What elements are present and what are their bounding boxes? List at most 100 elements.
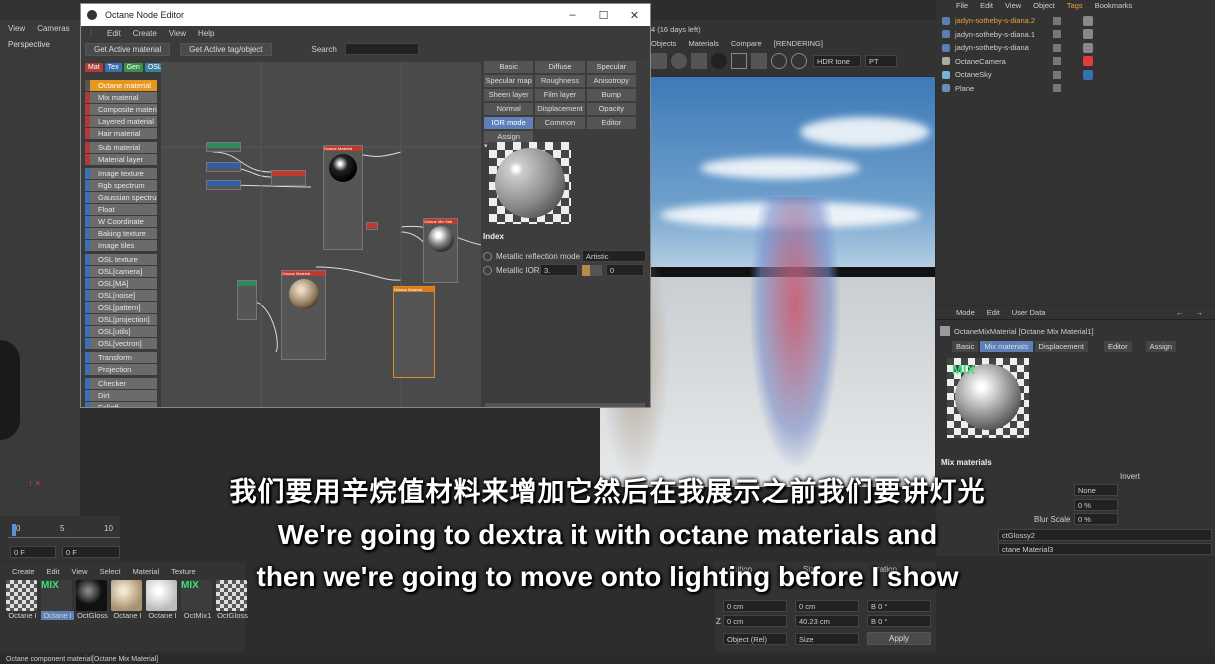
prop-tab[interactable]: Bump: [586, 89, 636, 101]
material-icon[interactable]: [791, 53, 807, 69]
node-list-item[interactable]: OSL[pattern]: [85, 302, 157, 313]
node-graph-canvas[interactable]: Octane Material Octane Mix Mat Octane Ma…: [161, 62, 481, 407]
menu-cameras[interactable]: Cameras: [37, 24, 69, 33]
prop-tab[interactable]: Roughness: [535, 75, 585, 87]
visibility-icon[interactable]: [1053, 70, 1061, 79]
tag-gen[interactable]: Gen: [123, 62, 143, 72]
size-field-1[interactable]: 0 cm: [795, 600, 859, 612]
node-octane-material-3[interactable]: Octane Material: [393, 286, 435, 378]
render-icon[interactable]: [651, 53, 667, 69]
attr-tab[interactable]: Assign: [1145, 341, 1177, 352]
menu-create[interactable]: Create: [133, 29, 157, 38]
node-list-item[interactable]: Mix material: [85, 92, 157, 103]
tag-icon[interactable]: [1083, 83, 1093, 93]
prop-tab[interactable]: Editor: [586, 117, 636, 129]
node-list-item[interactable]: OSL[utils]: [85, 326, 157, 337]
prop-tab[interactable]: Normal: [484, 103, 534, 115]
node-list-item[interactable]: Checker: [85, 378, 157, 389]
menu-view[interactable]: View: [8, 24, 25, 33]
arrow-right-icon[interactable]: →: [1196, 308, 1204, 317]
prop-tab[interactable]: Specular: [586, 61, 636, 73]
node-list-item[interactable]: Projection: [85, 364, 157, 375]
attr-tab[interactable]: Displacement: [1034, 341, 1088, 352]
rot-field-1[interactable]: B 0 °: [867, 600, 931, 612]
metallic-ior-input[interactable]: 3.: [540, 264, 578, 276]
om-menu-view[interactable]: View: [1005, 1, 1021, 10]
lock-icon[interactable]: [691, 53, 707, 69]
visibility-icon[interactable]: [1053, 16, 1061, 25]
visibility-icon[interactable]: [1053, 43, 1061, 52]
om-menu-bookmarks[interactable]: Bookmarks: [1095, 1, 1133, 10]
pos-field-2[interactable]: 0 cm: [723, 615, 787, 627]
om-menu-tags[interactable]: Tags: [1067, 1, 1083, 10]
prop-tab[interactable]: IOR mode: [484, 117, 534, 129]
menu-view[interactable]: View: [169, 29, 186, 38]
object-mode-select[interactable]: Object (Rel): [723, 632, 787, 645]
node-list-item[interactable]: Image tiles: [85, 240, 157, 251]
radio-icon[interactable]: [483, 251, 492, 261]
visibility-icon[interactable]: [1053, 84, 1061, 93]
apply-button[interactable]: Apply: [867, 632, 931, 645]
node-list-item[interactable]: OSL[vectron]: [85, 338, 157, 349]
viewer-menu-compare[interactable]: Compare: [731, 39, 762, 48]
arrow-left-icon[interactable]: ←: [1176, 308, 1184, 317]
node-list-item[interactable]: Baking texture: [85, 228, 157, 239]
prop-tab[interactable]: Displacement: [535, 103, 585, 115]
attr-menu-userdata[interactable]: User Data: [1012, 308, 1046, 317]
maximize-icon[interactable]: ☐: [588, 9, 619, 22]
node-list-item[interactable]: Gaussian spectrum: [85, 192, 157, 203]
pos-field-1[interactable]: 0 cm: [723, 600, 787, 612]
tag-icon[interactable]: [1083, 69, 1093, 80]
region-icon[interactable]: [731, 53, 747, 69]
ior-slider[interactable]: [582, 264, 602, 276]
object-row[interactable]: jadyn-sotheby-s-diana.2: [942, 14, 1212, 28]
node-list-item[interactable]: Hair material: [85, 128, 157, 139]
node-list-item[interactable]: Layered material: [85, 116, 157, 127]
gear-icon[interactable]: [671, 53, 687, 69]
node-small-2[interactable]: [206, 162, 241, 172]
visibility-icon[interactable]: [1053, 30, 1061, 39]
om-menu-edit[interactable]: Edit: [980, 1, 993, 10]
tag-icon[interactable]: [1083, 42, 1093, 53]
prop-tab[interactable]: Specular map: [484, 75, 534, 87]
attr-menu-edit[interactable]: Edit: [987, 308, 1000, 317]
tag-icon[interactable]: [1083, 15, 1093, 26]
node-list-item[interactable]: Sub material: [85, 142, 157, 153]
size-mode-select[interactable]: Size: [795, 632, 859, 645]
node-list-item[interactable]: Float: [85, 204, 157, 215]
node-list-item[interactable]: OSL texture: [85, 254, 157, 265]
viewer-menu-materials[interactable]: Materials: [688, 39, 718, 48]
node-list-item[interactable]: Falloff: [85, 402, 157, 407]
node-list-item[interactable]: Dirt: [85, 390, 157, 401]
node-list-item[interactable]: Rgb spectrum: [85, 180, 157, 191]
node-list-item[interactable]: Composite material: [85, 104, 157, 115]
node-list-item[interactable]: OSL[noise]: [85, 290, 157, 301]
visibility-icon[interactable]: [1053, 57, 1061, 66]
node-list-item[interactable]: OSL[camera]: [85, 266, 157, 277]
focus-icon[interactable]: [771, 53, 787, 69]
node-list-item[interactable]: Octane material: [85, 80, 157, 91]
node-list-item[interactable]: Material layer: [85, 154, 157, 165]
tag-icon[interactable]: [1083, 56, 1093, 67]
get-active-material-button[interactable]: Get Active material: [85, 42, 171, 56]
metallic-mode-select[interactable]: Artistic: [582, 250, 646, 262]
node-octane-mix[interactable]: Octane Mix Mat: [423, 218, 458, 283]
prop-tab[interactable]: Common: [535, 117, 585, 129]
node-editor-window[interactable]: Octane Node Editor – ☐ ✕ ⋮ Edit Create V…: [80, 3, 651, 408]
prop-tab[interactable]: Basic: [484, 61, 534, 73]
om-menu-object[interactable]: Object: [1033, 1, 1055, 10]
node-list-item[interactable]: OSL[MA]: [85, 278, 157, 289]
tag-mat[interactable]: Mat: [85, 62, 103, 72]
size-field-2[interactable]: 40.23 cm: [795, 615, 859, 627]
pt-select[interactable]: PT: [865, 55, 897, 67]
node-list-item[interactable]: OSL[projection]: [85, 314, 157, 325]
object-row[interactable]: OctaneCamera: [942, 55, 1212, 69]
metallic-ior-extra[interactable]: 0: [606, 264, 644, 276]
sphere-icon[interactable]: [711, 53, 727, 69]
node-list-item[interactable]: Image texture: [85, 168, 157, 179]
node-small-4[interactable]: [271, 170, 306, 186]
prop-tab[interactable]: Diffuse: [535, 61, 585, 73]
object-row[interactable]: Plane: [942, 82, 1212, 96]
node-octane-material-2[interactable]: Octane Material: [281, 270, 326, 360]
radio-icon[interactable]: [483, 265, 492, 275]
